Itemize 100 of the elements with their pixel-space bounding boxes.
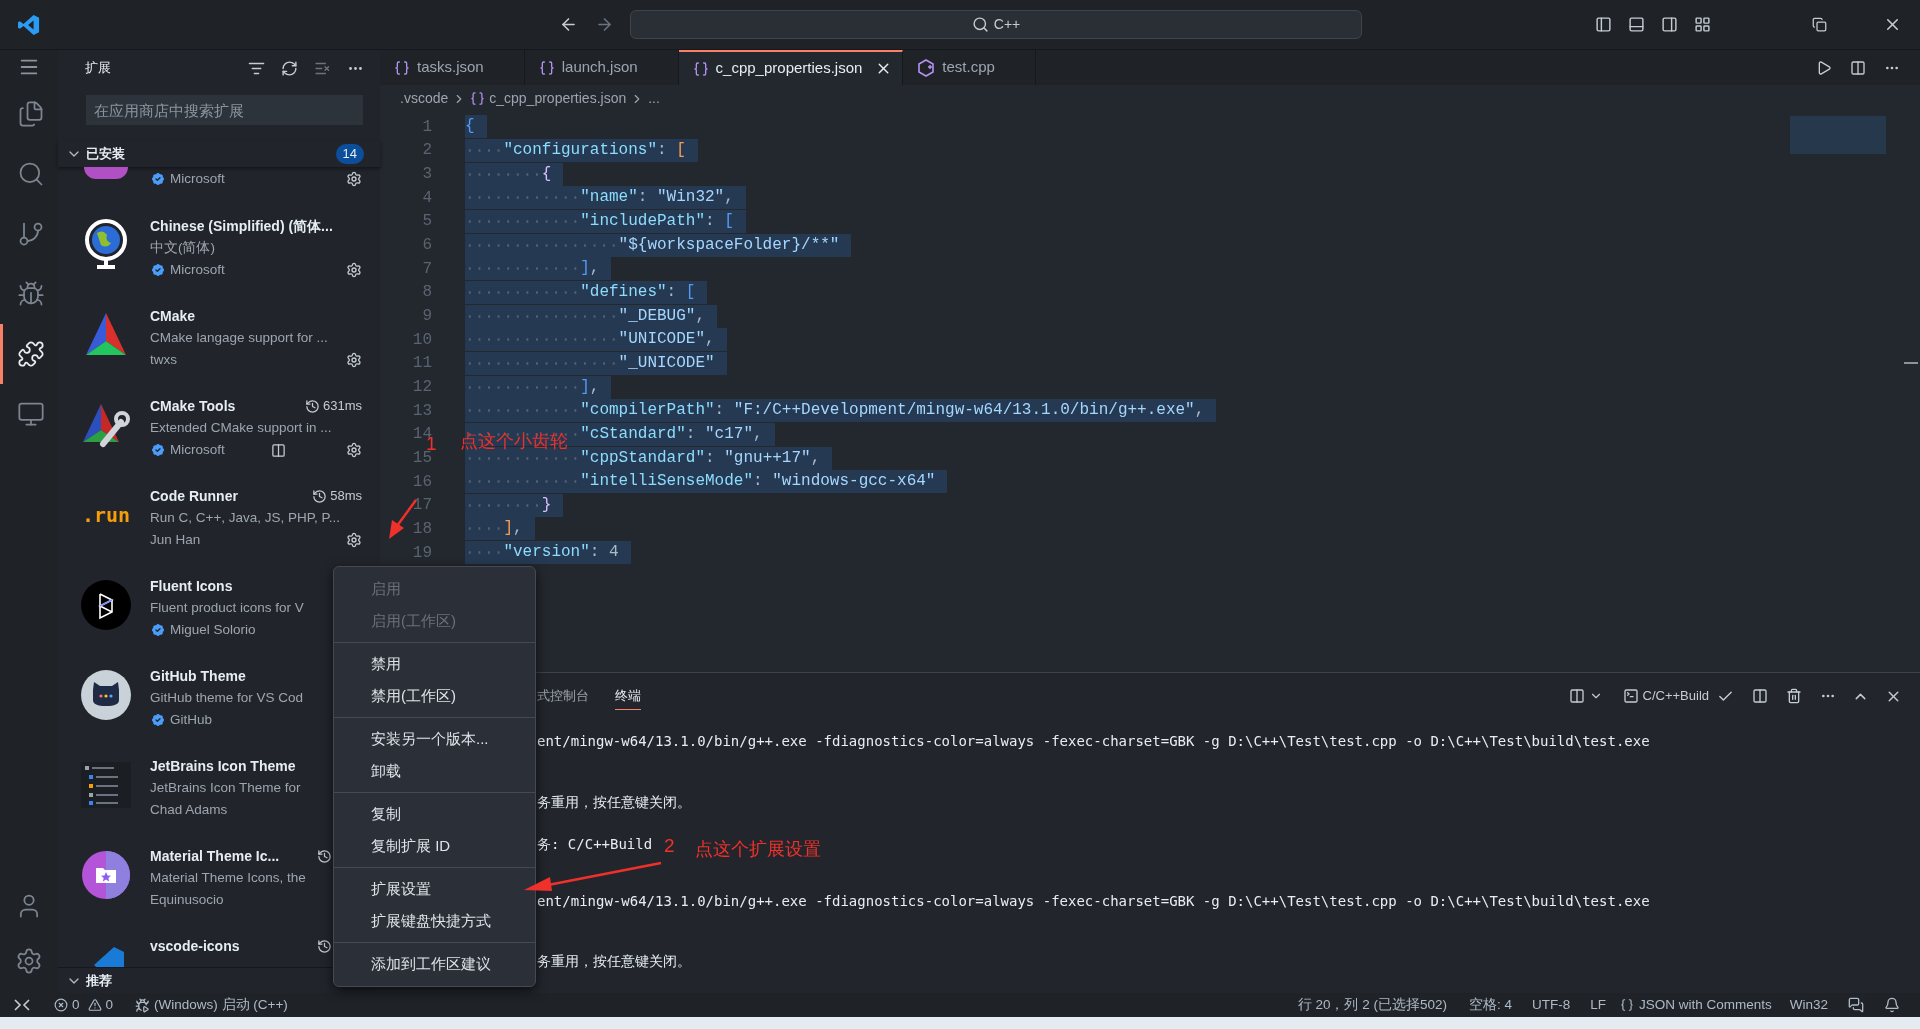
search-field[interactable]: 在应用商店中搜索扩展: [86, 95, 363, 125]
extension-description: Extended CMake support in ...: [150, 418, 332, 437]
braces-icon: [538, 59, 555, 76]
toggle-sidebar-icon[interactable]: [1595, 16, 1612, 33]
debug-launch-icon[interactable]: [135, 997, 151, 1013]
toggle-panel-icon[interactable]: [1628, 16, 1645, 33]
panel-tab[interactable]: 终端: [615, 681, 641, 711]
publisher-name: twxs: [150, 350, 177, 369]
extension-name[interactable]: Chinese (Simplified) (简体...: [150, 215, 333, 237]
menu-item[interactable]: 安装另一个版本...: [334, 723, 535, 755]
tab-label: test.cpp: [942, 57, 995, 78]
scroll-marker: [1904, 362, 1918, 364]
split-editor-icon[interactable]: [1850, 59, 1866, 76]
notifications-icon[interactable]: [1884, 997, 1900, 1013]
trash-icon[interactable]: [1786, 688, 1802, 704]
menu-item[interactable]: 禁用: [334, 648, 535, 680]
extension-name[interactable]: GitHub Theme: [150, 665, 246, 687]
extension-description: Material Theme Icons, the: [150, 868, 306, 887]
command-center[interactable]: C++: [630, 10, 1362, 39]
run-icon[interactable]: [1816, 59, 1832, 76]
extension-name[interactable]: CMake: [150, 305, 196, 327]
publisher-name: Microsoft: [170, 260, 225, 279]
file-tree-icon: [81, 762, 131, 808]
tab-label: c_cpp_properties.json: [715, 58, 863, 79]
extension-name[interactable]: Fluent Icons: [150, 575, 233, 597]
configuration[interactable]: Win32: [1789, 994, 1828, 1016]
gear-icon[interactable]: [346, 532, 362, 548]
line-number: 16: [412, 471, 432, 493]
indentation[interactable]: 空格: 4: [1468, 994, 1512, 1016]
split-terminal-icon[interactable]: [1568, 688, 1585, 704]
extension-description: Fluent product icons for V: [150, 598, 304, 617]
terminal-line: 务: C/C++Build: [537, 834, 653, 854]
extension-name[interactable]: JetBrains Icon Theme: [150, 755, 296, 777]
restore-icon[interactable]: [1812, 17, 1827, 32]
error-icon: [54, 998, 68, 1012]
breadcrumb-item[interactable]: .vscode: [400, 88, 449, 109]
gear-icon[interactable]: [346, 442, 362, 458]
extension-description: CMake langage support for ...: [150, 328, 328, 347]
line-number: 18: [412, 519, 432, 540]
menu-item[interactable]: 复制扩展 ID: [334, 830, 535, 862]
activation-time: 631ms: [322, 397, 362, 416]
cursor-position[interactable]: 行 20，列 2 (已选择502): [1297, 994, 1447, 1016]
editor-tab[interactable]: test.cpp: [903, 50, 1036, 85]
menu-item[interactable]: 扩展键盘快捷方式: [334, 905, 535, 937]
code-text: ],: [465, 375, 612, 399]
feedback-icon[interactable]: [1848, 997, 1864, 1013]
layout-icon[interactable]: [1694, 16, 1711, 33]
extension-name[interactable]: Material Theme Ic...: [150, 845, 280, 867]
refresh-icon[interactable]: [281, 59, 298, 77]
code-text: "_UNICODE": [465, 351, 727, 375]
editor-tab[interactable]: tasks.json: [380, 50, 525, 85]
section-header[interactable]: 已安装 14: [58, 141, 380, 167]
line-number: 15: [412, 449, 432, 469]
menu-item[interactable]: 扩展设置: [334, 873, 535, 905]
line-number: 1: [422, 116, 432, 138]
launch-config[interactable]: (Windows) 启动 (C++): [154, 994, 288, 1016]
breadcrumb-item[interactable]: ...: [648, 88, 660, 109]
warning-icon: [87, 998, 102, 1012]
toggle-secondary-sidebar-icon[interactable]: [1661, 16, 1678, 33]
extension-name[interactable]: vscode-icons: [150, 935, 240, 957]
code-text: ],: [465, 517, 535, 541]
encoding[interactable]: UTF-8: [1531, 994, 1571, 1016]
panel-tab[interactable]: 式控制台: [537, 681, 589, 711]
hexagon-icon: [917, 58, 936, 77]
line-number: 4: [422, 187, 432, 209]
code-text: "configurations": [: [465, 139, 698, 162]
language-mode[interactable]: JSON with Comments: [1638, 994, 1772, 1016]
line-number: 10: [412, 329, 432, 351]
gear-icon[interactable]: [346, 171, 362, 187]
problems-status[interactable]: 0 0: [54, 994, 114, 1016]
remote-icon[interactable]: [14, 998, 30, 1012]
braces-icon: [470, 91, 486, 106]
tab-label: launch.json: [561, 57, 638, 78]
breadcrumb-item[interactable]: c_cpp_properties.json: [489, 88, 627, 109]
split-icon[interactable]: [1752, 688, 1768, 704]
publisher-name: Jun Han: [150, 530, 201, 549]
line-number: 19: [412, 542, 432, 564]
editor-tab[interactable]: c_cpp_properties.json: [678, 50, 904, 85]
annotation-number: 2: [664, 834, 675, 858]
terminal-name[interactable]: C/C++Build: [1642, 686, 1709, 706]
end-of-line[interactable]: LF: [1590, 994, 1606, 1016]
menu-item[interactable]: 复制: [334, 798, 535, 830]
line-number: 3: [422, 164, 432, 186]
settings-icon[interactable]: [15, 947, 43, 975]
extension-name[interactable]: Code Runner: [150, 485, 238, 507]
gear-icon[interactable]: [346, 262, 362, 278]
code-text: "_DEBUG",: [465, 304, 717, 328]
gear-icon[interactable]: [346, 352, 362, 368]
section-title: 已安装: [86, 145, 125, 164]
extension-description: GitHub theme for VS Cod: [150, 688, 304, 707]
globe-icon: [83, 219, 129, 271]
code-text: "includePath": [: [465, 209, 746, 233]
braces-icon: [1619, 998, 1634, 1012]
code-text: "UNICODE",: [465, 328, 727, 352]
monitor-icon: [16, 400, 45, 428]
section-title: 推荐: [86, 971, 112, 990]
extension-name[interactable]: CMake Tools: [150, 395, 236, 417]
menu-item[interactable]: 禁用(工作区): [334, 680, 535, 712]
menu-item[interactable]: 卸载: [334, 755, 535, 787]
editor-tab[interactable]: launch.json: [524, 50, 679, 85]
